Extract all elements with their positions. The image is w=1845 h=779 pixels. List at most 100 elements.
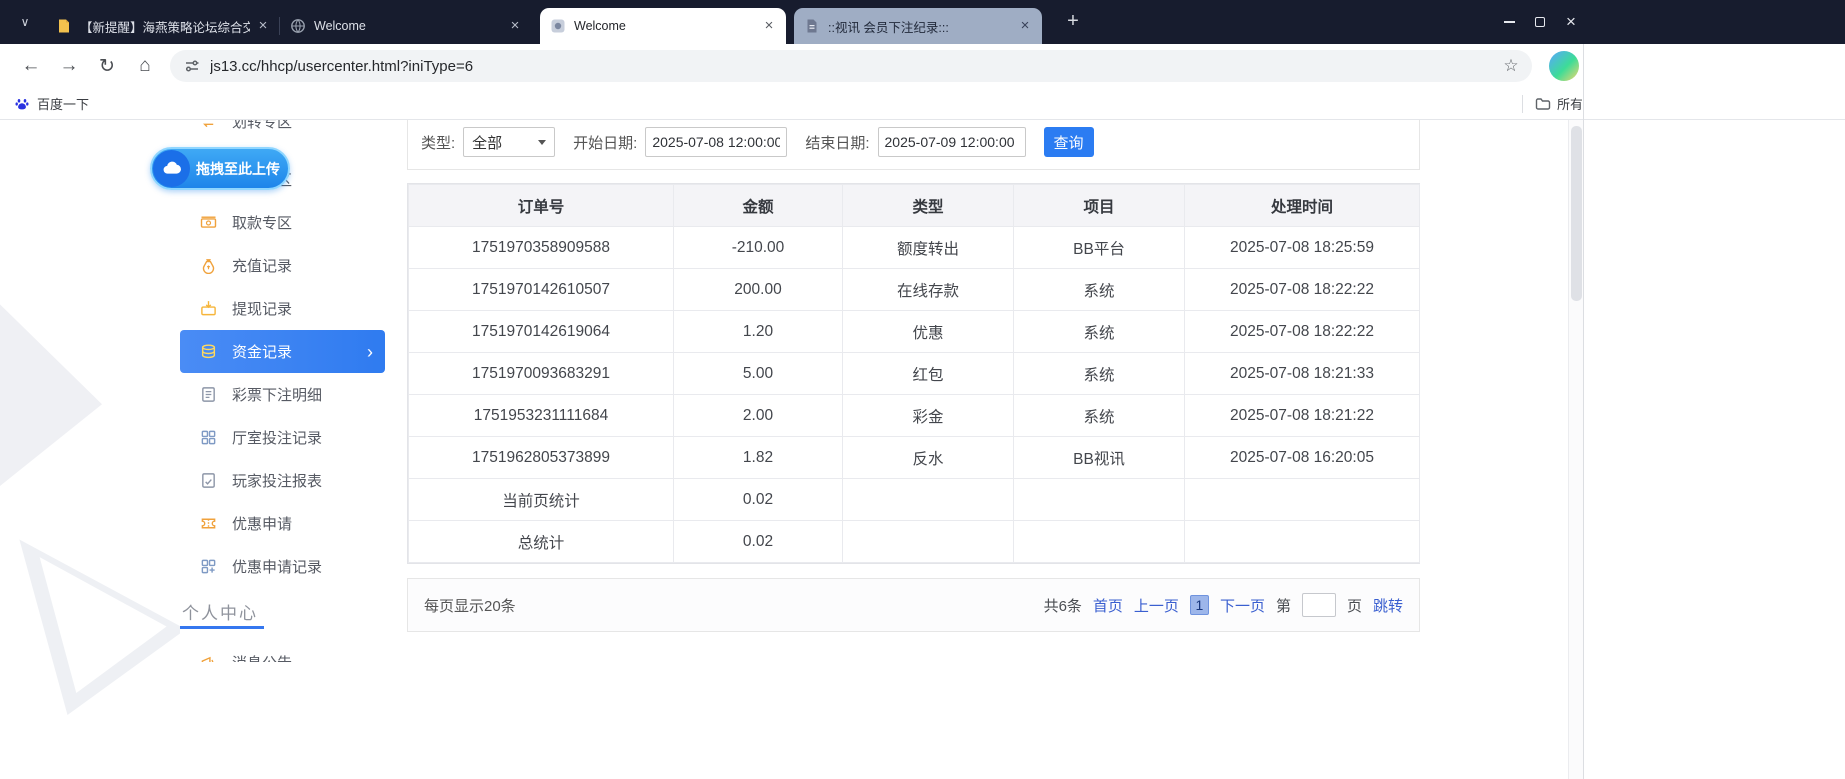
table-cell: 2025-07-08 18:21:22 bbox=[1185, 395, 1420, 437]
current-page-badge[interactable]: 1 bbox=[1190, 595, 1209, 615]
forward-arrow-icon: → bbox=[60, 55, 79, 77]
tab-close-icon[interactable]: × bbox=[254, 17, 272, 35]
close-window-button[interactable]: × bbox=[1558, 9, 1584, 35]
report-icon bbox=[200, 472, 217, 489]
jump-page-input[interactable] bbox=[1302, 593, 1336, 617]
gray-doc-icon bbox=[804, 18, 820, 34]
dropdown-caret-icon bbox=[538, 140, 546, 145]
sidebar-item-7[interactable]: 厅室投注记录 bbox=[180, 416, 385, 459]
table-cell bbox=[1185, 479, 1420, 521]
url-text: js13.cc/hhcp/usercenter.html?iniType=6 bbox=[210, 58, 1496, 75]
chevron-right-icon: › bbox=[367, 343, 373, 361]
maximize-button[interactable] bbox=[1527, 9, 1553, 35]
table-cell: BB视讯 bbox=[1014, 437, 1185, 479]
window-controls: × bbox=[1490, 0, 1590, 44]
sidebar-item-2[interactable]: 取款专区 bbox=[180, 201, 385, 244]
sidebar-item-3[interactable]: 充值记录 bbox=[180, 244, 385, 287]
tab-close-icon[interactable]: × bbox=[506, 17, 524, 35]
tab-close-icon[interactable]: × bbox=[760, 17, 778, 35]
sidebar-item-label: 玩家投注报表 bbox=[232, 470, 322, 491]
megaphone-icon bbox=[200, 654, 217, 662]
url-bar[interactable]: js13.cc/hhcp/usercenter.html?iniType=6 ☆ bbox=[170, 50, 1532, 82]
table-cell bbox=[1185, 521, 1420, 563]
profile-avatar[interactable] bbox=[1549, 51, 1579, 81]
bookmark-baidu[interactable]: 百度一下 bbox=[14, 88, 89, 119]
table-cell: 1.20 bbox=[674, 311, 843, 353]
next-page-link[interactable]: 下一页 bbox=[1220, 595, 1265, 616]
table-cell: 系统 bbox=[1014, 353, 1185, 395]
browser-tab-2[interactable]: Welcome× bbox=[280, 8, 532, 44]
table-cell: 1751970358909588 bbox=[409, 227, 674, 269]
table-cell bbox=[1014, 521, 1185, 563]
sidebar-item-label: 优惠申请记录 bbox=[232, 556, 322, 577]
sidebar-item-clipped-top[interactable]: 划转专区 bbox=[180, 120, 385, 143]
page-scrollbar[interactable] bbox=[1568, 120, 1583, 779]
tab-title: 【新提醒】海燕策略论坛综合交 bbox=[80, 17, 250, 36]
end-date-input[interactable] bbox=[878, 127, 1026, 157]
browser-tab-3[interactable]: Welcome× bbox=[540, 8, 786, 44]
table-cell: 1751962805373899 bbox=[409, 437, 674, 479]
sidebar-item-5[interactable]: 资金记录› bbox=[180, 330, 385, 373]
table-header-cell: 类型 bbox=[843, 185, 1014, 227]
bookmark-star-button[interactable]: ☆ bbox=[1496, 56, 1526, 76]
all-bookmarks-folder-icon[interactable] bbox=[1535, 96, 1551, 112]
back-button[interactable]: ← bbox=[12, 49, 50, 83]
sidebar-item-clipped-bottom[interactable]: 消息公告 bbox=[180, 641, 385, 662]
tab-close-icon[interactable]: × bbox=[1016, 17, 1034, 35]
bookmarks-divider bbox=[1522, 95, 1523, 113]
table-cell: 优惠 bbox=[843, 311, 1014, 353]
table-cell: 系统 bbox=[1014, 269, 1185, 311]
table-cell: 2025-07-08 18:21:33 bbox=[1185, 353, 1420, 395]
section-title: 个人中心 bbox=[182, 599, 258, 624]
table-cell: 当前页统计 bbox=[409, 479, 674, 521]
table-cell: 1751953231111684 bbox=[409, 395, 674, 437]
new-tab-button[interactable]: + bbox=[1060, 8, 1086, 34]
tab-title: ::视讯 会员下注纪录::: bbox=[828, 17, 1012, 36]
tabs-container: 【新提醒】海燕策略论坛综合交×Welcome×Welcome×::视讯 会员下注… bbox=[46, 0, 1086, 44]
prev-page-link[interactable]: 上一页 bbox=[1134, 595, 1179, 616]
all-bookmarks-label: 所有书签 bbox=[1557, 94, 1582, 113]
browser-tab-1[interactable]: 【新提醒】海燕策略论坛综合交× bbox=[46, 8, 280, 44]
table-cell: 2025-07-08 16:20:05 bbox=[1185, 437, 1420, 479]
table-header-cell: 处理时间 bbox=[1185, 185, 1420, 227]
reload-icon: ↻ bbox=[99, 55, 115, 78]
netdisk-logo bbox=[153, 150, 190, 187]
query-button[interactable]: 查询 bbox=[1044, 127, 1094, 157]
sidebar-item-10[interactable]: 优惠申请记录 bbox=[180, 545, 385, 588]
end-date-label: 结束日期: bbox=[805, 132, 869, 153]
sidebar-item-6[interactable]: 彩票下注明细 bbox=[180, 373, 385, 416]
reload-button[interactable]: ↻ bbox=[88, 49, 126, 83]
start-date-input[interactable] bbox=[645, 127, 787, 157]
cloud-upload-icon bbox=[161, 158, 183, 180]
type-select[interactable]: 全部 bbox=[463, 127, 555, 157]
table-cell: 额度转出 bbox=[843, 227, 1014, 269]
home-button[interactable]: ⌂ bbox=[126, 49, 164, 83]
jump-link[interactable]: 跳转 bbox=[1373, 595, 1403, 616]
table-cell: 0.02 bbox=[674, 479, 843, 521]
minimize-button[interactable] bbox=[1496, 9, 1522, 35]
table-cell: 1751970142619064 bbox=[409, 311, 674, 353]
table-row: 当前页统计0.02 bbox=[409, 479, 1420, 521]
list-icon bbox=[200, 558, 217, 575]
jump-post-label: 页 bbox=[1347, 595, 1362, 616]
window-edge bbox=[1583, 44, 1584, 779]
netdisk-drag-upload-badge[interactable]: 拖拽至此上传 bbox=[150, 147, 290, 190]
sidebar-item-label: 提现记录 bbox=[232, 298, 292, 319]
sidebar-item-label: 充值记录 bbox=[232, 255, 292, 276]
home-icon: ⌂ bbox=[139, 55, 150, 77]
tab-search-button[interactable]: ∨ bbox=[12, 9, 38, 35]
sidebar-item-8[interactable]: 玩家投注报表 bbox=[180, 459, 385, 502]
table-cell: 2025-07-08 18:25:59 bbox=[1185, 227, 1420, 269]
browser-tab-4[interactable]: ::视讯 会员下注纪录:::× bbox=[794, 8, 1042, 44]
table-cell: 200.00 bbox=[674, 269, 843, 311]
forward-button[interactable]: → bbox=[50, 49, 88, 83]
sidebar-item-9[interactable]: 优惠申请 bbox=[180, 502, 385, 545]
table-row: 17519700936832915.00红包系统2025-07-08 18:21… bbox=[409, 353, 1420, 395]
scrollbar-thumb[interactable] bbox=[1571, 126, 1582, 301]
table-cell: 5.00 bbox=[674, 353, 843, 395]
table-cell: 1.82 bbox=[674, 437, 843, 479]
sidebar-item-4[interactable]: 提现记录 bbox=[180, 287, 385, 330]
table-row: 1751970142610507200.00在线存款系统2025-07-08 1… bbox=[409, 269, 1420, 311]
first-page-link[interactable]: 首页 bbox=[1093, 595, 1123, 616]
site-settings-icon[interactable] bbox=[184, 58, 200, 74]
